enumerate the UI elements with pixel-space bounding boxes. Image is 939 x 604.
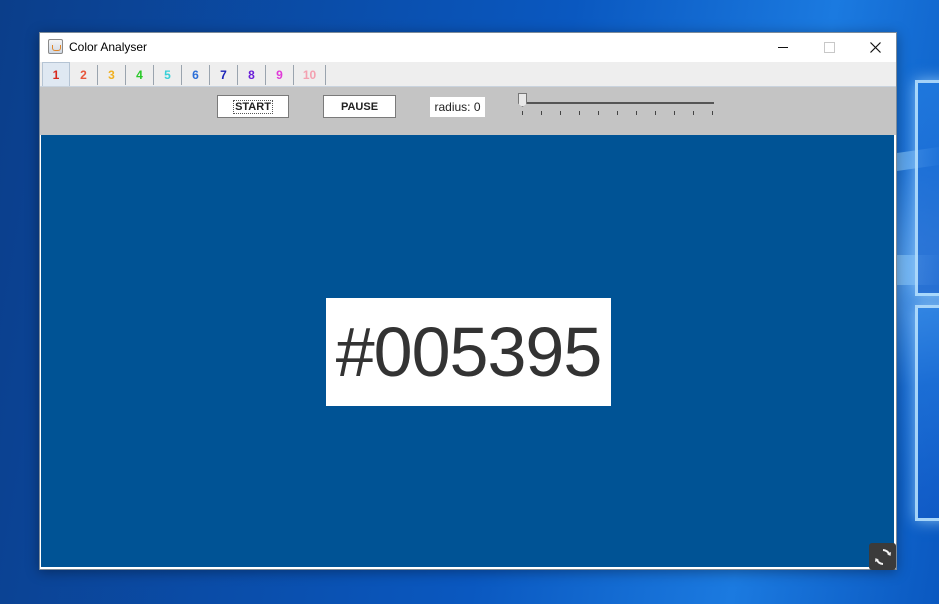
- color-display-area: #005395: [41, 135, 894, 567]
- pause-button[interactable]: PAUSE: [323, 95, 396, 118]
- slider-tick: [560, 111, 561, 115]
- close-icon: [869, 42, 881, 53]
- refresh-button[interactable]: [869, 543, 896, 570]
- tab-8[interactable]: 8: [238, 65, 266, 85]
- radius-label: radius: 0: [430, 97, 485, 117]
- slider-thumb[interactable]: [518, 93, 527, 107]
- tab-7[interactable]: 7: [210, 65, 238, 85]
- tab-2[interactable]: 2: [70, 65, 98, 85]
- app-window: Color Analyser 1 2 3 4 5 6 7 8 9 10 START PAUSE r…: [39, 32, 897, 570]
- radius-slider[interactable]: [518, 91, 718, 121]
- window-title: Color Analyser: [69, 40, 148, 54]
- start-button[interactable]: START: [217, 95, 289, 118]
- slider-tick: [522, 111, 523, 115]
- tab-strip: 1 2 3 4 5 6 7 8 9 10: [40, 62, 896, 87]
- slider-track[interactable]: [522, 102, 714, 104]
- tab-9[interactable]: 9: [266, 65, 294, 85]
- maximize-icon: [823, 42, 835, 53]
- title-bar[interactable]: Color Analyser: [40, 33, 896, 62]
- slider-tick: [674, 111, 675, 115]
- tab-3[interactable]: 3: [98, 65, 126, 85]
- slider-tick: [712, 111, 713, 115]
- minimize-icon: [778, 47, 788, 48]
- toolbar: START PAUSE radius: 0: [40, 87, 896, 135]
- slider-tick: [598, 111, 599, 115]
- slider-tick: [636, 111, 637, 115]
- tab-5[interactable]: 5: [154, 65, 182, 85]
- window-logo-pane: [915, 305, 939, 521]
- maximize-button[interactable]: [806, 33, 852, 62]
- refresh-icon: [874, 548, 891, 565]
- tab-4[interactable]: 4: [126, 65, 154, 85]
- slider-tick: [655, 111, 656, 115]
- slider-tick: [541, 111, 542, 115]
- close-button[interactable]: [852, 33, 898, 62]
- window-logo-pane: [915, 80, 939, 296]
- start-button-label: START: [233, 99, 273, 114]
- java-app-icon[interactable]: [48, 39, 63, 54]
- slider-tick: [617, 111, 618, 115]
- slider-tick: [693, 111, 694, 115]
- tab-6[interactable]: 6: [182, 65, 210, 85]
- slider-tick: [579, 111, 580, 115]
- tab-10[interactable]: 10: [294, 65, 326, 85]
- hex-value-box: #005395: [326, 298, 611, 406]
- tab-1[interactable]: 1: [42, 62, 70, 86]
- hex-value: #005395: [335, 313, 603, 391]
- minimize-button[interactable]: [760, 33, 806, 62]
